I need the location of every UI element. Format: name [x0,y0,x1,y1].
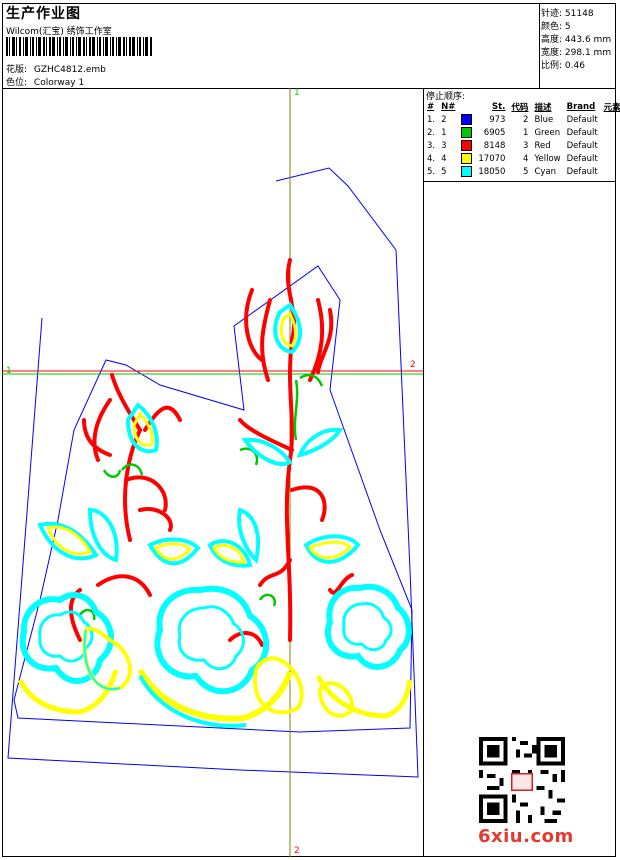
axis-label-right: 2 [410,360,416,370]
col-description: 描述 [534,102,552,113]
flower-right [315,583,413,719]
paisley-shapes [82,626,354,718]
col-stitches: St. [492,101,506,112]
color-swatch-yellow [461,153,473,164]
table-header-row: # N# St. 代码 描述 Brand 元素 [424,100,620,113]
table-row: 4. 4 17070 4 Yellow Default [427,153,598,164]
qr-code-icon [479,737,565,823]
color-swatch-cyan [461,166,473,177]
table-bottom-rule [423,181,616,182]
axis-label-bottom: 2 [294,846,300,856]
col-brand: Brand [566,101,596,112]
col-element: 元素 [603,102,620,113]
table-row: 2. 1 6905 1 Green Default [427,127,598,138]
embroidery-design-preview [2,88,423,857]
table-row: 5. 5 18050 5 Cyan Default [427,166,598,177]
col-index: # [427,101,435,112]
color-swatch-red [461,140,473,151]
col-number: N# [441,101,456,112]
flower-left [17,592,119,715]
table-row: 3. 3 8148 3 Red Default [427,140,598,151]
axis-label-left: 1 [6,366,12,376]
col-code: 代码 [511,102,529,113]
color-swatch-blue [461,114,473,125]
axis-label-top: 1 [294,88,300,98]
table-row: 1. 2 973 2 Blue Default [427,114,598,125]
info-panel-divider [423,88,424,857]
stat-height: 高度: 443.6 mm [541,35,612,45]
header-divider-vertical [539,3,540,88]
col-swatch [458,100,475,113]
garment-outline [7,167,419,778]
color-sequence-table: # N# St. 代码 描述 Brand 元素 1. 2 973 2 Blue Def… [424,100,620,178]
watermark-logo: 6xiu.com [478,826,574,847]
stat-width: 宽度: 298.1 mm [541,48,612,58]
stat-scale: 比例: 0.46 [541,61,585,71]
stat-stitches: 针迹: 51148 [541,9,594,19]
color-swatch-green [461,127,473,138]
stat-colors: 颜色: 5 [541,22,571,32]
